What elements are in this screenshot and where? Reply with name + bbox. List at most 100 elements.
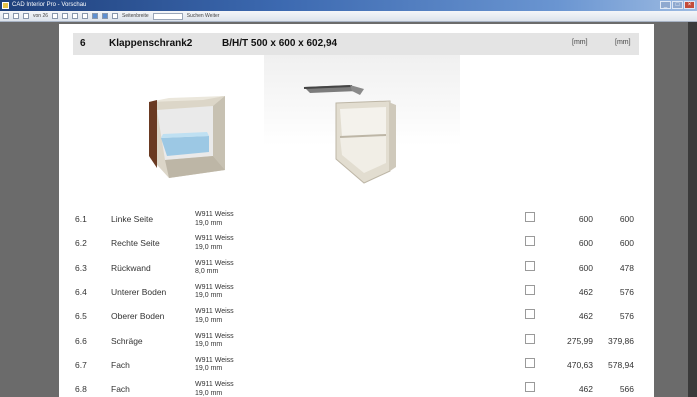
material-thickness: 19,0 mm (195, 365, 223, 373)
cabinet-open-render (303, 85, 396, 184)
material-thickness: 19,0 mm (195, 341, 223, 348)
vertical-scrollbar[interactable] (688, 22, 697, 397)
material-name: W911 Weiss (195, 211, 234, 218)
part-width: 600 (619, 214, 634, 224)
material-name: W911 Weiss (195, 235, 234, 243)
part-width: 600 (619, 238, 634, 249)
zoom-select[interactable]: Seitenbreite (122, 13, 149, 19)
window-titlebar: CAD Interior Pro - Vorschau _ □ × (0, 0, 697, 11)
part-length: 600 (578, 238, 593, 249)
material-thickness: 19,0 mm (195, 316, 223, 324)
zoom-field[interactable] (152, 12, 183, 20)
part-width: 566 (619, 384, 634, 395)
part-length: 275,99 (567, 335, 593, 346)
part-name: Oberer Boden (111, 311, 165, 322)
part-width: 576 (619, 286, 634, 297)
material-name: W911 Weiss (195, 332, 234, 340)
part-material: W911 Weiss 19,0 mm (195, 333, 234, 350)
part-name: Rückwand (111, 262, 151, 273)
cabinet-name: Klappenschrank2 (109, 38, 193, 49)
part-material: W911 Weiss 19,0 mm (195, 357, 234, 374)
window-title: CAD Interior Pro - Vorschau (12, 2, 87, 8)
single-page-icon[interactable] (92, 13, 99, 19)
part-width: 379,86 (608, 335, 634, 346)
zoom-in-icon[interactable] (72, 13, 79, 19)
part-name: Fach (111, 384, 130, 395)
part-material: W911 Weiss 19,0 mm (195, 211, 234, 228)
page-setup-icon[interactable] (112, 13, 119, 19)
part-number: 6.5 (75, 311, 87, 322)
part-number: 6.8 (75, 384, 87, 395)
part-checkbox[interactable] (525, 309, 535, 320)
multi-page-icon[interactable] (102, 13, 109, 19)
part-name: Linke Seite (111, 214, 154, 224)
cabinet-dimensions: B/H/T 500 x 600 x 602,94 (222, 38, 338, 49)
part-width: 578,94 (608, 359, 634, 370)
material-thickness: 19,0 mm (195, 243, 223, 251)
part-material: W911 Weiss 19,0 mm (195, 284, 234, 301)
prev-page-icon[interactable] (23, 13, 29, 19)
table-row: 6.2 Rechte Seite 600 600 W911 Weiss 19,0 mm (59, 234, 654, 258)
print-icon[interactable] (3, 13, 9, 19)
table-row: 6.8 Fach 462 566 W911 Weiss 19,0 mm (59, 380, 654, 397)
table-row: 6.7 Fach 470,63 578,94 W911 Weiss 19,0 mm (59, 356, 654, 380)
search-hint[interactable]: Suchen Weiter (187, 13, 220, 19)
part-checkbox[interactable] (525, 357, 535, 368)
zoom-out-icon[interactable] (82, 13, 89, 19)
cabinet-open-panel (264, 55, 460, 185)
part-length: 462 (578, 384, 593, 395)
unit-header-1: [mm] (572, 39, 588, 46)
part-checkbox[interactable] (525, 260, 535, 271)
part-material: W911 Weiss 19,0 mm (195, 381, 234, 397)
cabinet-number: 6 (80, 38, 86, 49)
part-checkbox[interactable] (525, 382, 535, 393)
part-checkbox[interactable] (525, 212, 535, 222)
window-controls: _ □ × (660, 1, 695, 9)
table-row: 6.6 Schräge 275,99 379,86 W911 Weiss 19,0 mm (59, 332, 654, 356)
close-button[interactable]: × (684, 1, 695, 9)
part-number: 6.7 (75, 359, 87, 370)
material-name: W911 Weiss (195, 308, 234, 316)
cabinet-closed-render (149, 96, 225, 178)
part-number: 6.2 (75, 238, 87, 249)
table-row: 6.4 Unterer Boden 462 576 W911 Weiss 19,0 mm (59, 283, 654, 307)
part-name: Unterer Boden (111, 286, 167, 297)
material-thickness: 8,0 mm (195, 268, 219, 276)
part-number: 6.6 (75, 335, 87, 346)
minimize-button[interactable]: _ (660, 1, 671, 9)
material-thickness: 19,0 mm (195, 389, 223, 397)
part-number: 6.3 (75, 262, 87, 273)
cabinet-header: 6 Klappenschrank2 B/H/T 500 x 600 x 602,… (73, 33, 639, 55)
part-name: Schräge (111, 335, 143, 346)
part-checkbox[interactable] (525, 236, 535, 247)
part-checkbox[interactable] (525, 284, 535, 295)
part-length: 462 (578, 311, 593, 322)
material-thickness: 19,0 mm (195, 219, 223, 227)
material-name: W911 Weiss (195, 259, 234, 267)
material-name: W911 Weiss (195, 356, 234, 364)
part-name: Rechte Seite (111, 238, 160, 249)
maximize-button[interactable]: □ (672, 1, 683, 9)
last-page-icon[interactable] (62, 13, 69, 19)
next-page-icon[interactable] (52, 13, 59, 19)
table-row: 6.5 Oberer Boden 462 576 W911 Weiss 19,0 mm (59, 307, 654, 331)
part-checkbox[interactable] (525, 333, 535, 344)
part-material: W911 Weiss 8,0 mm (195, 260, 234, 277)
first-page-icon[interactable] (13, 13, 19, 19)
app-icon (2, 2, 9, 9)
unit-header-2: [mm] (615, 39, 631, 46)
material-name: W911 Weiss (195, 381, 234, 389)
material-name: W911 Weiss (195, 283, 234, 291)
part-material: W911 Weiss 19,0 mm (195, 235, 234, 252)
report-page: 6 Klappenschrank2 B/H/T 500 x 600 x 602,… (59, 24, 654, 397)
part-length: 462 (578, 286, 593, 297)
material-thickness: 19,0 mm (195, 292, 223, 300)
table-row: 6.3 Rückwand 600 478 W911 Weiss 8,0 mm (59, 259, 654, 283)
part-length: 600 (578, 214, 593, 224)
part-length: 470,63 (567, 359, 593, 370)
part-number: 6.4 (75, 286, 87, 297)
part-material: W911 Weiss 19,0 mm (195, 308, 234, 325)
preview-toolbar: von 26 Seitenbreite Suchen Weiter (0, 11, 697, 22)
part-width: 576 (619, 311, 634, 322)
page-count: von 26 (33, 13, 49, 19)
